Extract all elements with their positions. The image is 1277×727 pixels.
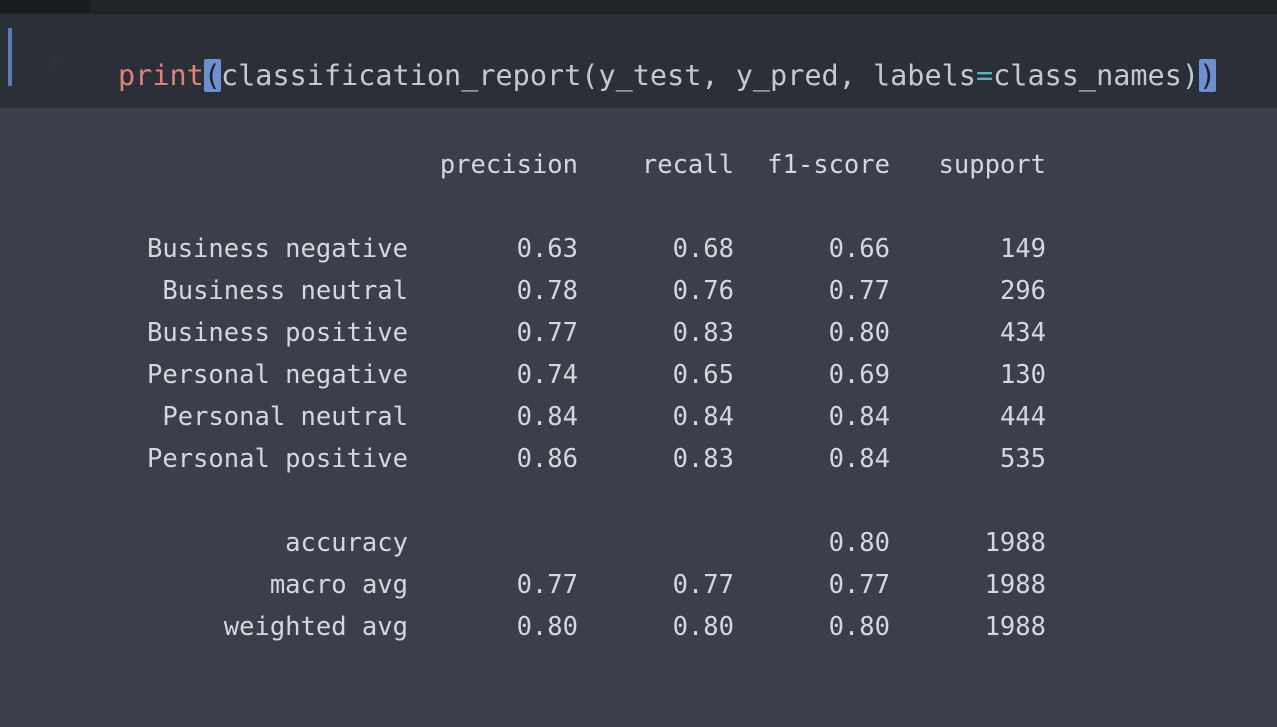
summary-recall: 0.80 <box>672 612 734 642</box>
row-label: Business negative <box>147 234 408 264</box>
summary-support: 1988 <box>984 612 1046 642</box>
row-f1-score: 0.77 <box>828 276 890 306</box>
row-precision: 0.78 <box>516 276 578 306</box>
row-support: 444 <box>999 402 1046 432</box>
row-support: 434 <box>999 318 1046 348</box>
row-recall: 0.83 <box>672 318 734 348</box>
row-f1-score: 0.84 <box>828 402 890 432</box>
summary-precision: 0.77 <box>516 570 578 600</box>
summary-label: weighted avg <box>223 612 408 642</box>
header-support: support <box>938 150 1046 180</box>
code-close-paren: ) <box>1199 59 1217 92</box>
row-label: Business positive <box>147 318 408 348</box>
code-line[interactable]: print(classification_report(y_test, y_pr… <box>118 54 1217 98</box>
cell-focus-marker <box>8 28 12 86</box>
row-precision: 0.74 <box>516 360 578 390</box>
row-f1-score: 0.66 <box>828 234 890 264</box>
summary-label: macro avg <box>269 570 408 600</box>
cell-output: precision recall f1-score support Busine… <box>0 108 1277 727</box>
header-precision: precision <box>439 150 578 180</box>
row-label: Business neutral <box>162 276 408 306</box>
code-open-paren: ( <box>203 59 221 92</box>
row-label: Personal neutral <box>162 402 408 432</box>
summary-support: 1988 <box>984 570 1046 600</box>
row-recall: 0.83 <box>672 444 734 474</box>
row-recall: 0.65 <box>672 360 734 390</box>
row-recall: 0.68 <box>672 234 734 264</box>
code-call-text: classification_report(y_test, y_pred, la… <box>220 59 976 92</box>
row-label: Personal negative <box>147 360 408 390</box>
row-recall: 0.76 <box>672 276 734 306</box>
code-cell[interactable]: print(classification_report(y_test, y_pr… <box>0 14 1277 108</box>
editor-top-bar <box>0 0 1277 14</box>
summary-f1-score: 0.80 <box>828 528 890 558</box>
row-precision: 0.86 <box>516 444 578 474</box>
row-precision: 0.63 <box>516 234 578 264</box>
run-cell-icon[interactable] <box>52 53 65 71</box>
summary-precision: 0.80 <box>516 612 578 642</box>
code-function-name: print <box>118 59 204 92</box>
row-support: 535 <box>999 444 1046 474</box>
row-support: 149 <box>999 234 1046 264</box>
summary-recall: 0.77 <box>672 570 734 600</box>
row-f1-score: 0.69 <box>828 360 890 390</box>
summary-f1-score: 0.77 <box>828 570 890 600</box>
row-precision: 0.77 <box>516 318 578 348</box>
row-support: 130 <box>999 360 1046 390</box>
row-f1-score: 0.84 <box>828 444 890 474</box>
header-recall: recall <box>641 150 734 180</box>
row-f1-score: 0.80 <box>828 318 890 348</box>
code-argument: class_names) <box>993 59 1200 92</box>
code-operator: = <box>975 59 994 92</box>
summary-support: 1988 <box>984 528 1046 558</box>
row-recall: 0.84 <box>672 402 734 432</box>
row-label: Personal positive <box>147 444 408 474</box>
header-f1-score: f1-score <box>767 150 890 180</box>
summary-label: accuracy <box>285 528 408 558</box>
row-precision: 0.84 <box>516 402 578 432</box>
summary-f1-score: 0.80 <box>828 612 890 642</box>
row-support: 296 <box>999 276 1046 306</box>
editor-tab[interactable] <box>0 0 90 12</box>
